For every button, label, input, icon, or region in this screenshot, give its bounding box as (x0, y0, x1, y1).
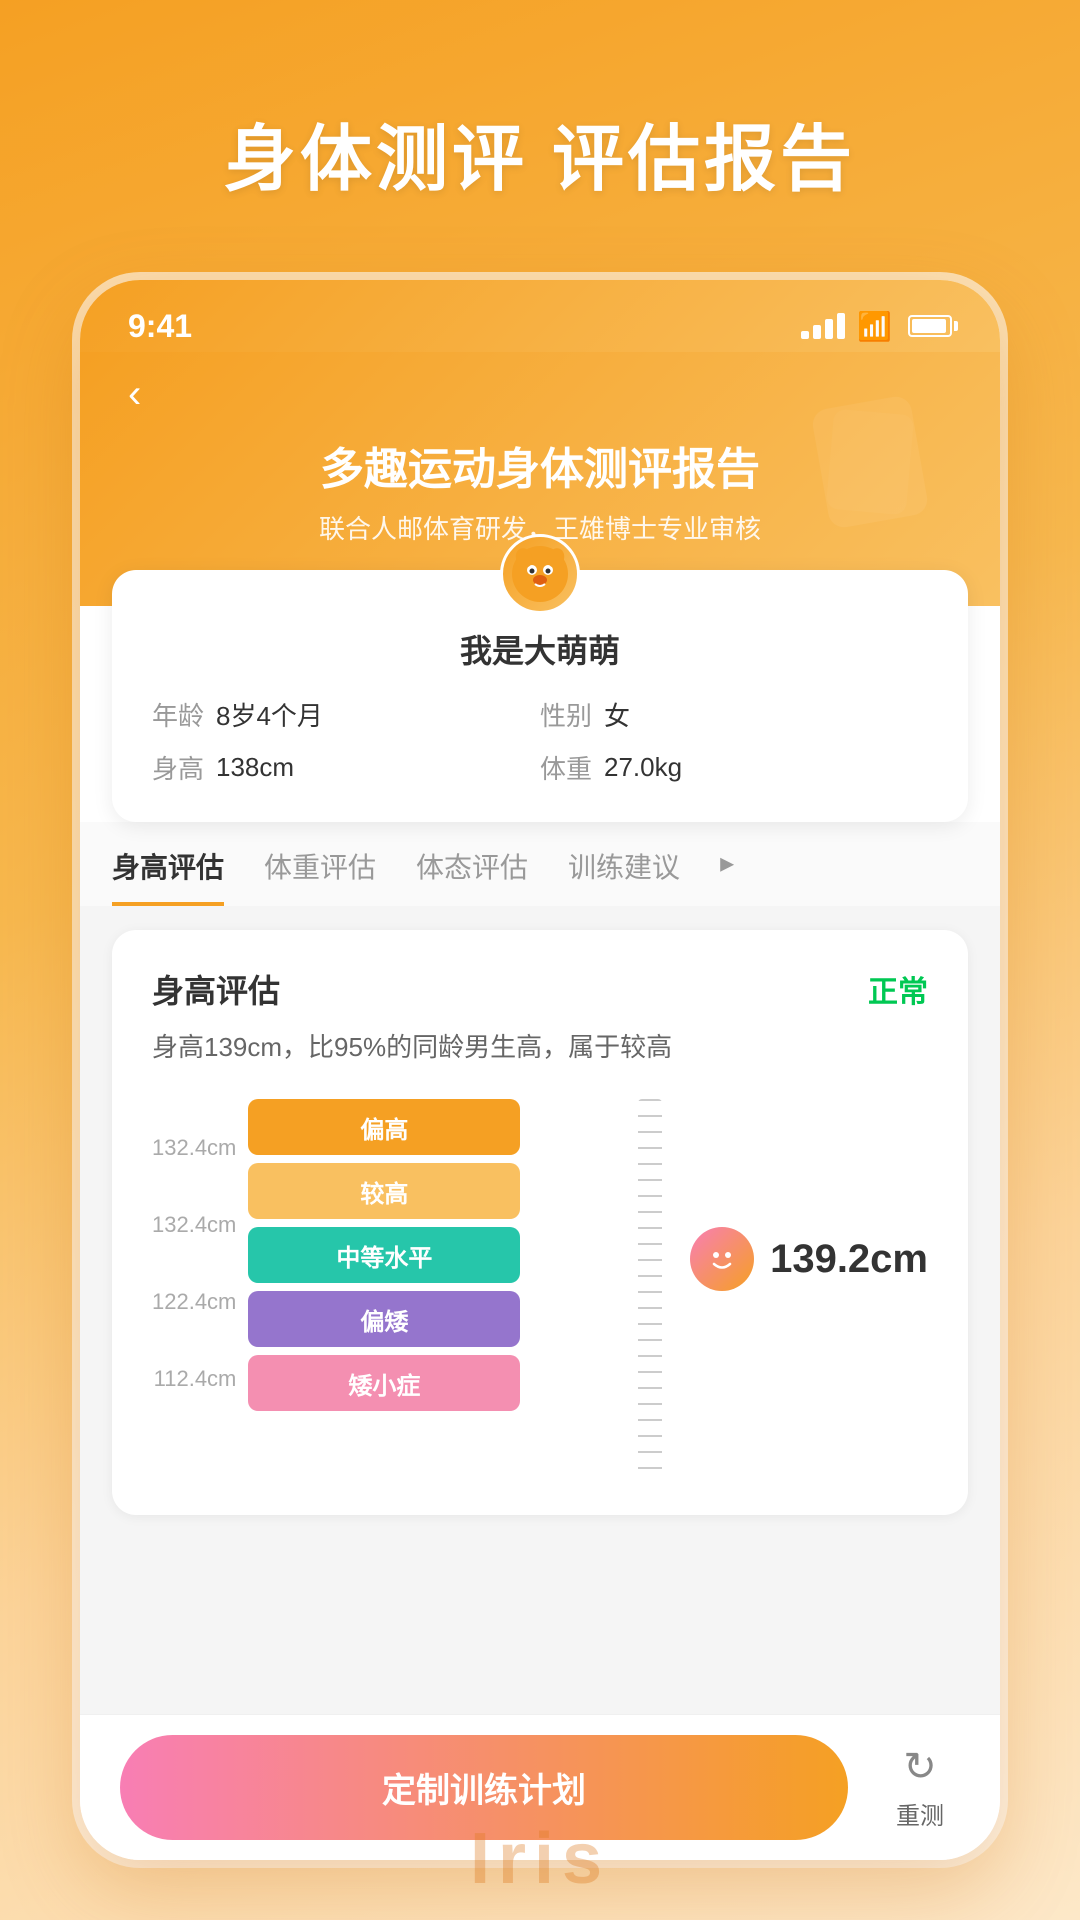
status-time: 9:41 (128, 308, 192, 345)
header-bg-icon (800, 392, 940, 532)
height-chart: 132.4cm 132.4cm 122.4cm 112.4cm 偏高 较高 (152, 1099, 928, 1479)
weight-stat: 体重 27.0kg (540, 749, 928, 786)
ruler (638, 1099, 662, 1479)
tab-posture[interactable]: 体态评估 (416, 846, 528, 906)
tabs-bar: 身高评估 体重评估 体态评估 训练建议 ▸ (80, 822, 1000, 906)
assessment-description: 身高139cm，比95%的同龄男生高，属于较高 (152, 1028, 928, 1067)
phone-mockup: 9:41 📶 ‹ 多趣运动身体测评报 (80, 280, 1000, 1860)
assessment-status: 正常 (868, 967, 928, 1011)
content-area: 身高评估 正常 身高139cm，比95%的同龄男生高，属于较高 132.4cm … (80, 906, 1000, 1714)
age-stat: 年龄 8岁4个月 (152, 696, 540, 733)
bar-row-2: 较高 (248, 1163, 626, 1219)
profile-name: 我是大萌萌 (152, 626, 928, 672)
avatar (500, 534, 580, 614)
bar-high: 偏高 (248, 1099, 520, 1155)
assessment-card: 身高评估 正常 身高139cm，比95%的同龄男生高，属于较高 132.4cm … (112, 930, 968, 1515)
back-button[interactable]: ‹ (128, 372, 141, 417)
height-indicator: 139.2cm (690, 1227, 928, 1291)
assessment-title: 身高评估 (152, 966, 280, 1012)
bar-average: 中等水平 (248, 1227, 520, 1283)
bar-short: 偏矮 (248, 1291, 520, 1347)
bar-very-short: 矮小症 (248, 1355, 520, 1411)
wifi-icon: 📶 (857, 310, 892, 343)
chart-labels: 132.4cm 132.4cm 122.4cm 112.4cm (152, 1099, 236, 1479)
smiley-face (690, 1227, 754, 1291)
height-value: 139.2cm (770, 1237, 928, 1282)
tab-height[interactable]: 身高评估 (112, 846, 224, 906)
height-stat: 身高 138cm (152, 749, 540, 786)
page-title: 身体测评 评估报告 (0, 0, 1080, 205)
tab-weight[interactable]: 体重评估 (264, 846, 376, 906)
chart-bars: 偏高 较高 中等水平 偏矮 矮小症 (248, 1099, 626, 1479)
bar-higher: 较高 (248, 1163, 520, 1219)
signal-icon (801, 313, 845, 339)
branding: Iris (0, 1818, 1080, 1900)
status-icons: 📶 (801, 310, 952, 343)
gender-stat: 性别 女 (540, 696, 928, 733)
status-bar: 9:41 📶 (80, 280, 1000, 352)
tab-training[interactable]: 训练建议 (568, 846, 680, 906)
tab-more[interactable]: ▸ (720, 846, 734, 906)
battery-icon (908, 315, 952, 337)
bar-row-4: 偏矮 (248, 1291, 626, 1347)
bar-row-3: 中等水平 (248, 1227, 626, 1283)
refresh-icon: ↻ (903, 1744, 937, 1790)
bar-row-1: 偏高 (248, 1099, 626, 1155)
profile-card: 我是大萌萌 年龄 8岁4个月 性别 女 身高 138cm 体重 27.0kg (112, 570, 968, 822)
bar-row-5: 矮小症 (248, 1355, 626, 1411)
